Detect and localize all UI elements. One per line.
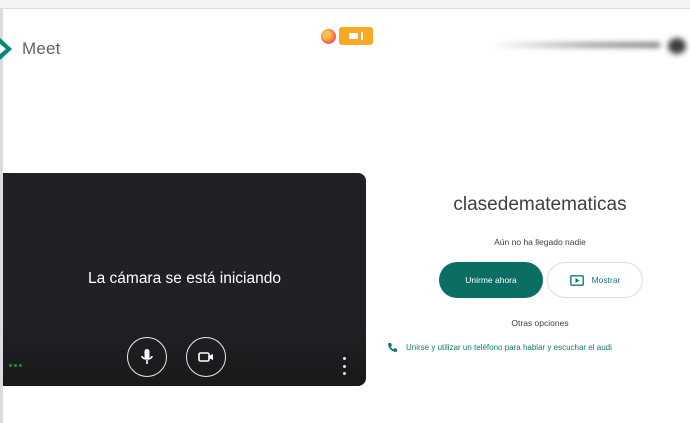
other-options-heading: Otras opciones [511,318,569,328]
participants-status: Aún no ha llegado nadie [494,237,586,247]
present-screen-icon [569,274,584,286]
app-name: Meet [22,39,61,58]
microphone-toggle-button[interactable] [127,337,167,377]
media-sharing-indicator[interactable] [321,27,373,45]
camera-icon [198,352,213,362]
present-button-label: Mostrar [591,275,621,285]
camera-preview: La cámara se está iniciando [3,173,366,386]
preview-controls-gradient [3,324,366,386]
join-with-phone-link[interactable]: Unirse y utilizar un teléfono para habla… [387,342,612,353]
blurred-account-name [490,43,660,47]
recording-pill [339,27,373,45]
blurred-account-area [490,38,690,54]
visual-effects-button[interactable] [9,364,23,368]
phone-icon [388,343,397,352]
meeting-name: clasedematematicas [453,194,627,215]
effects-icon [9,364,12,367]
microphone-icon [361,32,363,40]
camera-toggle-button[interactable] [186,337,226,377]
app-brand[interactable]: Meet [0,38,61,60]
more-vert-icon [342,357,346,360]
avatar [668,38,686,54]
browser-chrome-edge [0,0,690,9]
present-button[interactable]: Mostrar [547,262,643,298]
camera-status-text: La cámara se está iniciando [87,270,281,287]
more-options-button[interactable] [341,357,347,375]
join-with-phone-label: Unirse y utilizar un teléfono para habla… [406,343,612,352]
meet-logo-icon [0,38,12,60]
join-now-button[interactable]: Unirme ahora [439,262,543,298]
firefox-icon [321,28,336,44]
microphone-icon [141,349,153,364]
camera-icon [349,33,358,39]
